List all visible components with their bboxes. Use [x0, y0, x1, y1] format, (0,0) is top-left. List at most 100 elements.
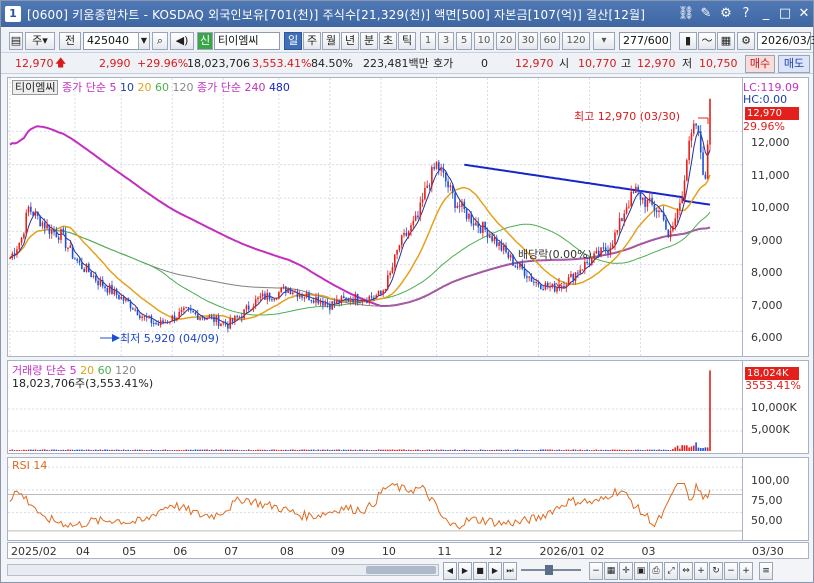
options-icon[interactable]: ≡	[759, 562, 773, 580]
volume-bar	[164, 449, 167, 451]
price-legend: 티이엠씨 종가 단순 5 10 20 60 120 종가 단순 240 480	[12, 80, 290, 95]
date-input[interactable]: 2026/03/3	[757, 32, 814, 50]
sell-button[interactable]: 매도	[778, 55, 810, 73]
scroll-thumb[interactable]	[366, 566, 436, 574]
x-axis-label: 06	[173, 545, 188, 558]
volume-bar	[359, 449, 361, 451]
candle-body	[697, 125, 700, 132]
volume-bar	[289, 449, 292, 451]
minute-30-button[interactable]: 30	[518, 32, 538, 50]
stock-code-input[interactable]: 425040	[83, 32, 139, 50]
volume-bar	[64, 450, 67, 451]
fast-forward-icon[interactable]: ⏭	[503, 562, 517, 580]
bar-count-input[interactable]: 277/600	[619, 32, 671, 50]
minute-1-button[interactable]: 1	[420, 32, 436, 50]
help-icon[interactable]: ?	[737, 5, 755, 23]
maximize-icon[interactable]: □	[776, 5, 794, 23]
candle-body	[498, 242, 500, 246]
volume-bar	[199, 449, 201, 451]
minute-3-button[interactable]: 3	[438, 32, 454, 50]
volume-bar	[120, 450, 123, 451]
volume-bar	[354, 449, 357, 451]
layout-icon[interactable]: ▤	[9, 32, 23, 50]
volume-bar	[375, 450, 378, 451]
zoom-slider-thumb[interactable]	[545, 565, 553, 575]
code-dropdown-icon[interactable]: ▼	[138, 32, 150, 50]
volume-pane[interactable]: 거래량 단순 5 20 60 120 18,023,706주(3,553.41%…	[7, 360, 743, 454]
zoom-in-icon[interactable]: +	[694, 562, 708, 580]
tab-monthly[interactable]: 월	[322, 32, 340, 50]
link-icon[interactable]: ⛓	[677, 5, 695, 23]
chart-window: 1 [0600] 키움종합차트 - KOSDAQ 외국인보유[701(천)] 주…	[0, 0, 814, 583]
capture-icon[interactable]: ▣	[634, 562, 648, 580]
candle-body	[94, 275, 97, 281]
custom-period-dropdown[interactable]: ▾	[593, 32, 615, 50]
candle-body	[285, 286, 287, 293]
minute-120-button[interactable]: 120	[562, 32, 590, 50]
restore-icon[interactable]: ⤢	[664, 562, 678, 580]
volume-bar	[287, 450, 289, 451]
tab-weekly[interactable]: 주	[303, 32, 321, 50]
stock-name-field[interactable]: 티이엠씨	[214, 32, 280, 50]
volume-bar	[266, 450, 269, 451]
minute-5-button[interactable]: 5	[456, 32, 472, 50]
period-type-select[interactable]: 전	[59, 32, 81, 50]
candle-body	[315, 296, 317, 303]
volume-bar	[231, 449, 234, 451]
volume-bar	[222, 449, 225, 451]
volume-bar	[20, 450, 23, 451]
zoom-slider[interactable]	[521, 565, 581, 575]
candle-body	[90, 271, 92, 277]
tab-daily[interactable]: 일	[284, 32, 302, 50]
chart-plus-icon[interactable]: +	[739, 562, 753, 580]
volume-bar	[688, 447, 690, 451]
tab-tick[interactable]: 틱	[398, 32, 416, 50]
stop-icon[interactable]: ■	[473, 562, 487, 580]
tab-minute[interactable]: 분	[360, 32, 378, 50]
calendar-icon[interactable]: ▦	[604, 562, 618, 580]
sound-icon[interactable]: ◀)	[170, 32, 194, 50]
chart-type-icon[interactable]: ▮	[679, 32, 697, 50]
candle-body	[257, 297, 259, 300]
price-chart-pane[interactable]: 티이엠씨 종가 단순 5 10 20 60 120 종가 단순 240 480 …	[7, 77, 743, 357]
rsi-pane[interactable]: RSI 14	[7, 457, 743, 541]
hc-value: HC:0.00	[743, 93, 788, 106]
expand-icon[interactable]: ⇔	[679, 562, 693, 580]
chart-minus-icon[interactable]: −	[724, 562, 738, 580]
volume-bar	[46, 449, 48, 451]
scroll-right-icon[interactable]: ▶	[458, 562, 472, 580]
hoga-label: 호가	[433, 57, 454, 70]
scroll-left-icon[interactable]: ◀	[443, 562, 457, 580]
candle-body	[672, 225, 674, 231]
settings-icon[interactable]: ⚙	[717, 5, 735, 23]
minute-60-button[interactable]: 60	[540, 32, 560, 50]
close-icon[interactable]: ✕	[795, 5, 813, 23]
crosshair-icon[interactable]: ✛	[619, 562, 633, 580]
play-icon[interactable]: ▶	[488, 562, 502, 580]
market-select[interactable]: 주▾	[25, 32, 55, 50]
minimize-icon[interactable]: _	[757, 5, 775, 23]
search-icon[interactable]: ⌕	[152, 32, 168, 50]
minute-10-button[interactable]: 10	[474, 32, 494, 50]
chart-scrollbar[interactable]	[7, 564, 439, 576]
volume-bar	[419, 450, 422, 451]
volume-bar	[373, 450, 375, 451]
candle-body	[690, 133, 693, 141]
gear-icon[interactable]: ⚙	[737, 32, 755, 50]
buy-button[interactable]: 매수	[745, 55, 775, 73]
draw-tool-icon[interactable]: 〜	[698, 32, 716, 50]
tab-yearly[interactable]: 년	[341, 32, 359, 50]
volume-bar	[553, 450, 556, 451]
grid-icon[interactable]: ▦	[717, 32, 735, 50]
refresh-icon[interactable]: ↻	[709, 562, 723, 580]
minute-20-button[interactable]: 20	[496, 32, 516, 50]
print-icon[interactable]: ⎙	[649, 562, 663, 580]
volume-value: 18,023,706	[187, 57, 250, 70]
pin-icon[interactable]: ✎	[697, 5, 715, 23]
candle-body	[122, 296, 125, 301]
zoom-out-icon[interactable]: −	[589, 562, 603, 580]
candle-body	[375, 295, 378, 298]
y-tick: 8,000	[751, 266, 783, 279]
candle-body	[125, 298, 127, 301]
tab-second[interactable]: 초	[379, 32, 397, 50]
